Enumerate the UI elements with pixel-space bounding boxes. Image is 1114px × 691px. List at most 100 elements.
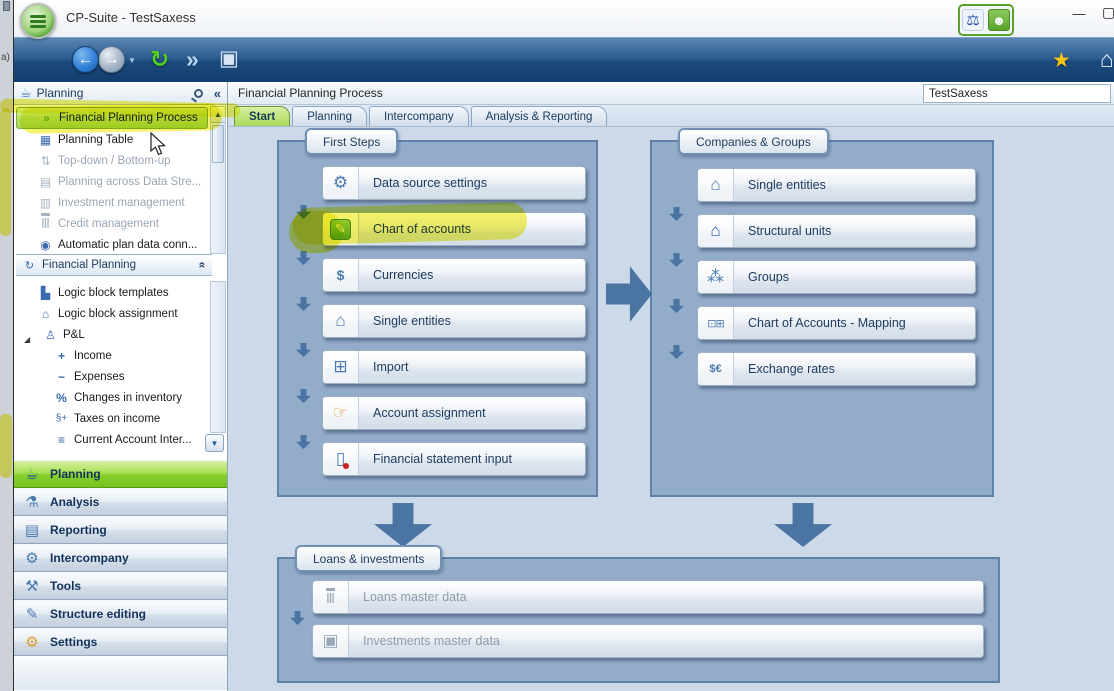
search-icon[interactable]	[194, 89, 203, 98]
button-import[interactable]: ⊞ Import	[322, 350, 586, 384]
button-loans-master-data[interactable]: Ⅲ Loans master data	[312, 580, 984, 614]
gear-icon: ⚙	[22, 633, 42, 651]
maximize-button[interactable]: ▢	[1102, 4, 1114, 24]
forward-button[interactable]: →	[98, 46, 125, 73]
nav-item-analysis[interactable]: ⚗ Analysis	[14, 488, 227, 516]
balance-tool-icon[interactable]: ⚖	[962, 9, 984, 31]
app-window: CP-Suite - TestSaxess ⚖ ☻ — ▢ ← → ▼ ↻ » …	[14, 0, 1114, 691]
minimize-button[interactable]: —	[1066, 6, 1092, 26]
house-icon: ⌂	[698, 169, 734, 201]
collapse-sidebar-icon[interactable]: «	[214, 86, 221, 101]
credit-bank-icon: Ⅲ	[38, 216, 53, 232]
flow-arrow-down-icon	[296, 343, 311, 357]
nav-item-structure-editing[interactable]: ✎ Structure editing	[14, 600, 227, 628]
window-title: CP-Suite - TestSaxess	[66, 10, 196, 25]
flow-arrow-down-icon	[669, 253, 684, 267]
button-data-source-settings[interactable]: ⚙ Data source settings	[322, 166, 586, 200]
button-chart-of-accounts[interactable]: ✎ Chart of accounts	[322, 212, 586, 246]
tree-item-taxes-on-income[interactable]: §+ Taxes on income	[16, 408, 208, 429]
tree-item-pnl[interactable]: ◢ ♙ P&L	[16, 324, 208, 345]
org-tree-icon: ⁂	[698, 261, 734, 293]
investment-icon: ▥	[38, 196, 53, 210]
history-dropdown-icon[interactable]: ▼	[128, 56, 136, 65]
group-header-financial-planning[interactable]: ↻ Financial Planning «	[16, 254, 212, 276]
home-icon[interactable]: ⌂	[1100, 46, 1114, 73]
background-window-strip: a)	[0, 0, 14, 691]
fast-forward-button[interactable]: »	[186, 46, 197, 72]
tree-item-changes-in-inventory[interactable]: % Changes in inventory	[16, 387, 208, 408]
flow-arrow-down-icon	[296, 297, 311, 311]
tree-item-expenses[interactable]: − Expenses	[16, 366, 208, 387]
tree-item-automatic-plan-data-connector[interactable]: ◉ Automatic plan data conn...	[16, 234, 208, 255]
scroll-up-button[interactable]: ▲	[211, 107, 225, 123]
button-structural-units[interactable]: ⌂ Structural units	[697, 214, 976, 248]
button-chart-of-accounts-mapping[interactable]: ⊡⊞ Chart of Accounts - Mapping	[697, 306, 976, 340]
expander-icon[interactable]: ◢	[24, 335, 30, 344]
mapping-blocks-icon: ⊡⊞	[698, 307, 734, 339]
tree-item-financial-planning-process[interactable]: » Financial Planning Process	[16, 107, 208, 129]
nav-item-reporting[interactable]: ▤ Reporting	[14, 516, 227, 544]
income-plus-icon: +	[54, 349, 69, 363]
nav-item-tools[interactable]: ⚒ Tools	[14, 572, 227, 600]
process-arrow-icon: »	[39, 111, 54, 125]
scrollbar-thumb[interactable]	[212, 125, 224, 163]
button-investments-master-data[interactable]: ▣ Investments master data	[312, 624, 984, 658]
nav-item-planning[interactable]: ☕ Planning	[14, 460, 227, 488]
tree-item-logic-block-assignment[interactable]: ⌂ Logic block assignment	[16, 303, 208, 324]
flow-arrow-down-icon	[296, 389, 311, 403]
collapse-group-icon[interactable]: «	[196, 262, 210, 269]
statement-document-icon: ▯	[323, 443, 359, 475]
investments-icon: ▣	[313, 625, 349, 657]
refresh-button[interactable]: ↻	[150, 46, 169, 72]
tree-item-credit-management[interactable]: Ⅲ Credit management	[16, 213, 208, 234]
tree-item-top-down-bottom-up[interactable]: ⇅ Top-down / Bottom-up	[16, 150, 208, 171]
nav-item-settings[interactable]: ⚙ Settings	[14, 628, 227, 656]
logic-assignment-icon: ⌂	[38, 307, 53, 321]
tab-bar: Start Planning Intercompany Analysis & R…	[228, 105, 1114, 127]
tree-item-income[interactable]: + Income	[16, 345, 208, 366]
tree-item-investment-management[interactable]: ▥ Investment management	[16, 192, 208, 213]
tab-planning[interactable]: Planning	[292, 106, 367, 126]
button-exchange-rates[interactable]: $€ Exchange rates	[697, 352, 976, 386]
button-currencies[interactable]: $ Currencies	[322, 258, 586, 292]
button-groups[interactable]: ⁂ Groups	[697, 260, 976, 294]
nav-item-intercompany[interactable]: ⚙ Intercompany	[14, 544, 227, 572]
button-financial-statement-input[interactable]: ▯ Financial statement input	[322, 442, 586, 476]
users-tool-icon[interactable]: ☻	[988, 9, 1010, 31]
title-bar: CP-Suite - TestSaxess ⚖ ☻ — ▢	[14, 0, 1114, 37]
report-icon: ▤	[22, 521, 42, 539]
scroll-down-button[interactable]: ▼	[205, 434, 224, 452]
button-account-assignment[interactable]: ☞ Account assignment	[322, 396, 586, 430]
favorites-star-icon[interactable]: ★	[1052, 48, 1071, 73]
tree-item-planning-across-data-streams[interactable]: ▤ Planning across Data Stre...	[16, 171, 208, 192]
back-button[interactable]: ←	[72, 46, 99, 73]
flow-arrow-down-icon	[669, 345, 684, 359]
expenses-minus-icon: −	[54, 370, 69, 384]
tree2-scrollbar[interactable]	[210, 281, 226, 433]
building-icon: ⌂	[698, 215, 734, 247]
context-selector-input[interactable]	[923, 84, 1111, 103]
tab-analysis-reporting[interactable]: Analysis & Reporting	[471, 106, 608, 126]
sidebar-title: Planning	[37, 86, 189, 100]
flow-arrow-down-icon	[290, 611, 305, 625]
taxes-icon: §+	[54, 413, 69, 424]
planning-tree: » Financial Planning Process ▦ Planning …	[16, 107, 208, 255]
pointing-hand-icon: ☞	[323, 397, 359, 429]
database-gear-icon: ⚙	[323, 167, 359, 199]
bank-icon: Ⅲ	[313, 581, 349, 613]
main-toolbar: ← → ▼ ↻ » ▣ ★ ⌂	[14, 37, 1114, 82]
pencil-icon: ✎	[22, 605, 42, 623]
data-stream-icon: ▤	[38, 175, 53, 189]
tree-item-logic-block-templates[interactable]: ▙ Logic block templates	[16, 282, 208, 303]
tree-item-planning-table[interactable]: ▦ Planning Table	[16, 129, 208, 150]
tab-start[interactable]: Start	[234, 106, 290, 126]
layout-button[interactable]: ▣	[219, 46, 239, 72]
tab-intercompany[interactable]: Intercompany	[369, 106, 469, 126]
inventory-percent-icon: %	[54, 391, 69, 405]
tree-scrollbar[interactable]: ▲	[210, 106, 226, 254]
button-single-entities-groups[interactable]: ⌂ Single entities	[697, 168, 976, 202]
main-area: Financial Planning Process Start Plannin…	[228, 82, 1114, 691]
button-single-entities[interactable]: ⌂ Single entities	[322, 304, 586, 338]
tree-item-current-account-interest[interactable]: ≡ Current Account Inter...	[16, 429, 208, 450]
house-icon: ⌂	[323, 305, 359, 337]
